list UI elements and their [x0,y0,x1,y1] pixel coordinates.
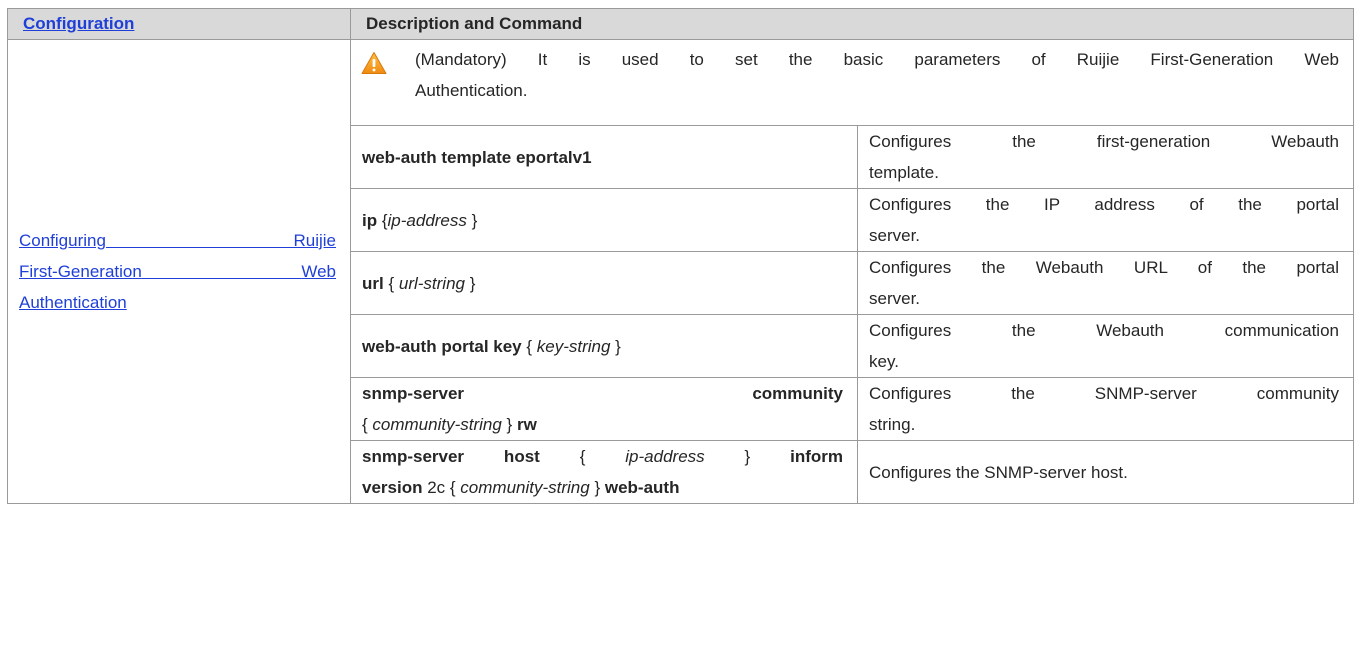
command-line-1: snmp-server community [362,384,843,403]
configuration-header-link[interactable]: Configuration [23,14,134,33]
notice-line-1: (Mandatory) It is used to set the basic … [415,50,1339,69]
description-line-1: Configures the Webauth URL of the portal [869,258,1339,277]
command-cell: web-auth template eportalv1 [350,125,858,189]
command-brace: } [464,273,476,293]
description-line-1: Configures the SNMP-server community [869,384,1339,403]
description-cell: Configures the Webauth communication key… [857,314,1354,378]
command-brace: { [377,210,388,230]
description-line-2: template. [869,163,939,182]
description-cell: Configures the SNMP-server host. [857,440,1354,504]
command-line-2: version 2c { community-string } web-auth [362,478,680,497]
command-keyword: web-auth template eportalv1 [362,147,592,167]
notice-row: Configuring Ruijie First-Generation Web … [7,39,1354,504]
command-cell: web-auth portal key { key-string } [350,314,858,378]
config-table: Configuration Description and Command Co… [7,8,1354,504]
command-cell: ip {ip-address } [350,188,858,252]
command-parameter: ip-address [387,210,467,230]
link-line-2: First-Generation Web [19,262,336,281]
command-parameter: url-string [398,273,465,293]
command-keyword: web-auth portal key [362,336,522,356]
warning-icon [361,52,387,74]
description-line-2: string. [869,415,916,434]
configuring-web-auth-link[interactable]: Configuring Ruijie First-Generation Web … [19,225,336,318]
command-keyword: ip [362,210,378,230]
command-brace: } [610,336,621,356]
notice-text: (Mandatory) It is used to set the basic … [415,44,1339,106]
description-line-1: Configures the IP address of the portal [869,195,1339,214]
configuration-name-cell: Configuring Ruijie First-Generation Web … [7,39,351,504]
description-line-2: key. [869,352,899,371]
command-keyword: url [362,273,384,293]
link-line-3: Authentication [19,293,127,312]
description-line-2: server. [869,289,921,308]
header-configuration-cell: Configuration [7,8,351,40]
notice-line-2: Authentication. [415,81,528,100]
description-line-1: Configures the first-generation Webauth [869,132,1339,151]
command-cell: snmp-server community { community-string… [350,377,858,441]
command-brace: { [383,273,399,293]
command-line-1: snmp-server host { ip-address } inform [362,447,843,466]
description-line-1: Configures the Webauth communication [869,321,1339,340]
description-cell: Configures the SNMP-server community str… [857,377,1354,441]
description-cell: Configures the first-generation Webauth … [857,125,1354,189]
notice-cell: (Mandatory) It is used to set the basic … [350,39,1354,126]
command-cell: snmp-server host { ip-address } inform v… [350,440,858,504]
command-parameter: key-string [536,336,611,356]
description-cell: Configures the Webauth URL of the portal… [857,251,1354,315]
description-cell: Configures the IP address of the portal … [857,188,1354,252]
header-description-cell: Description and Command [350,8,1354,40]
command-line-2: { community-string } rw [362,415,537,434]
command-brace: { [521,336,537,356]
table-header-row: Configuration Description and Command [7,8,1354,40]
command-cell: url { url-string } [350,251,858,315]
command-brace: } [466,210,478,230]
description-line-2: server. [869,226,921,245]
link-line-1: Configuring Ruijie [19,231,336,250]
